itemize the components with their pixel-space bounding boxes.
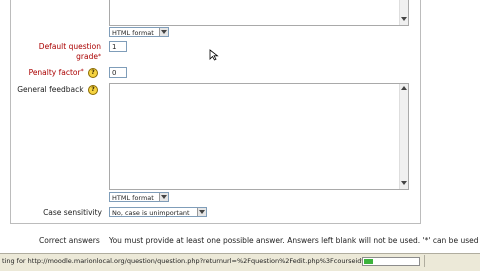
general-feedback-editor[interactable] bbox=[109, 83, 409, 190]
chevron-down-icon bbox=[197, 208, 206, 216]
case-sensitivity-label: Case sensitivity bbox=[43, 208, 102, 217]
status-panel bbox=[424, 255, 479, 267]
feedback-scrollbar[interactable] bbox=[399, 84, 408, 189]
help-icon[interactable]: ? bbox=[88, 68, 98, 78]
progress-fill bbox=[364, 259, 373, 264]
correct-answers-text: You must provide at least one possible a… bbox=[109, 236, 479, 245]
chevron-down-icon bbox=[159, 28, 168, 36]
status-text: ting for http://moodle.marionlocal.org/q… bbox=[2, 257, 368, 265]
scroll-down-icon[interactable] bbox=[401, 17, 407, 23]
scroll-up-icon[interactable] bbox=[401, 86, 407, 92]
browser-status-bar: ting for http://moodle.marionlocal.org/q… bbox=[0, 253, 480, 271]
penalty-factor-input[interactable]: 0 bbox=[109, 67, 127, 78]
default-grade-label: Default question grade* bbox=[38, 42, 101, 61]
general-feedback-label: General feedback ? bbox=[14, 85, 98, 95]
default-grade-input[interactable]: 1 bbox=[109, 41, 127, 52]
mouse-cursor-icon bbox=[209, 49, 219, 61]
case-sensitivity-select[interactable]: No, case is unimportant bbox=[109, 207, 207, 217]
chevron-down-icon bbox=[159, 193, 168, 201]
question-text-editor[interactable] bbox=[109, 0, 409, 26]
editor-scrollbar[interactable] bbox=[399, 0, 408, 25]
feedback-format-select[interactable]: HTML format bbox=[109, 192, 169, 202]
format-select-top-value: HTML format bbox=[112, 29, 154, 37]
loading-progress-bar bbox=[362, 257, 420, 266]
correct-answers-label: Correct answers bbox=[39, 236, 100, 245]
help-icon[interactable]: ? bbox=[88, 85, 98, 95]
penalty-factor-label: Penalty factor* ? bbox=[20, 68, 98, 78]
scroll-down-icon[interactable] bbox=[401, 181, 407, 187]
page: HTML format Default question grade* 1 Pe… bbox=[0, 0, 480, 271]
format-select-top[interactable]: HTML format bbox=[109, 27, 169, 37]
